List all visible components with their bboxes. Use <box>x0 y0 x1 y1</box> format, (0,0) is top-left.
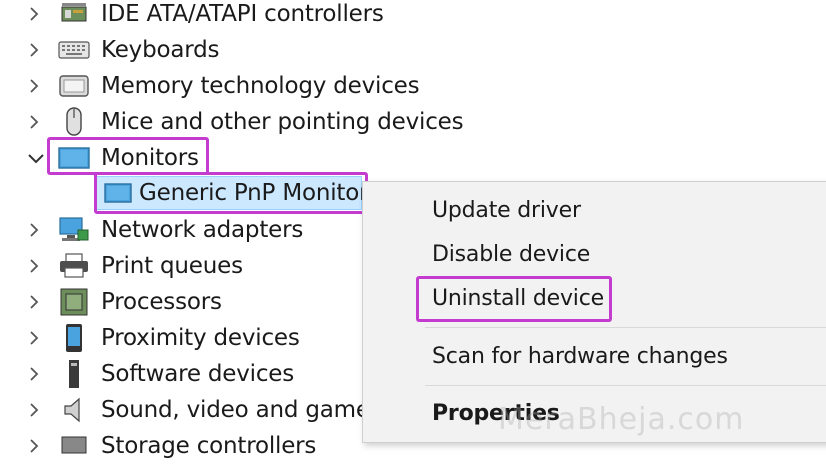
ide-controller-icon <box>58 0 90 28</box>
chevron-right-icon[interactable] <box>24 328 44 348</box>
tree-item-label: Print queues <box>101 253 243 279</box>
software-device-icon <box>58 360 90 388</box>
tree-item-label: Processors <box>101 289 222 315</box>
chevron-right-icon[interactable] <box>24 112 44 132</box>
tree-item-label: Mice and other pointing devices <box>101 109 464 135</box>
processor-icon <box>58 288 90 316</box>
chevron-right-icon[interactable] <box>24 76 44 96</box>
network-adapter-icon <box>58 216 90 244</box>
chevron-down-icon[interactable] <box>26 148 46 168</box>
chevron-right-icon[interactable] <box>24 400 44 420</box>
tree-item-label: IDE ATA/ATAPI controllers <box>101 1 384 27</box>
watermark: MeraBheja.com <box>498 402 745 437</box>
highlight-box-generic-monitor <box>94 172 368 214</box>
chevron-right-icon[interactable] <box>24 220 44 240</box>
memory-device-icon <box>58 72 90 100</box>
mouse-icon <box>58 107 90 136</box>
highlight-box-monitors <box>47 137 209 175</box>
menu-separator <box>425 327 826 328</box>
menu-item-update-driver[interactable]: Update driver <box>432 198 581 223</box>
tree-item-label: Keyboards <box>101 37 220 63</box>
tree-item-label: Sound, video and game c <box>101 397 390 423</box>
chevron-right-icon[interactable] <box>24 4 44 24</box>
chevron-right-icon[interactable] <box>24 292 44 312</box>
chevron-right-icon[interactable] <box>24 364 44 384</box>
highlight-box-uninstall <box>416 276 612 322</box>
menu-item-disable-device[interactable]: Disable device <box>432 242 590 267</box>
keyboard-icon <box>58 36 90 64</box>
tree-item-label: Storage controllers <box>101 433 317 459</box>
printer-icon <box>58 252 90 280</box>
tree-item-label: Proximity devices <box>101 325 300 351</box>
chevron-right-icon[interactable] <box>24 256 44 276</box>
storage-controller-icon <box>58 432 90 460</box>
tree-item-label: Software devices <box>101 361 295 387</box>
speaker-icon <box>58 396 90 424</box>
chevron-right-icon[interactable] <box>24 436 44 456</box>
tree-item-label: Network adapters <box>101 217 304 243</box>
menu-separator <box>425 385 826 386</box>
proximity-device-icon <box>58 324 90 352</box>
chevron-right-icon[interactable] <box>24 40 44 60</box>
tree-item-label: Memory technology devices <box>101 73 420 99</box>
menu-item-scan-hardware[interactable]: Scan for hardware changes <box>432 344 728 369</box>
